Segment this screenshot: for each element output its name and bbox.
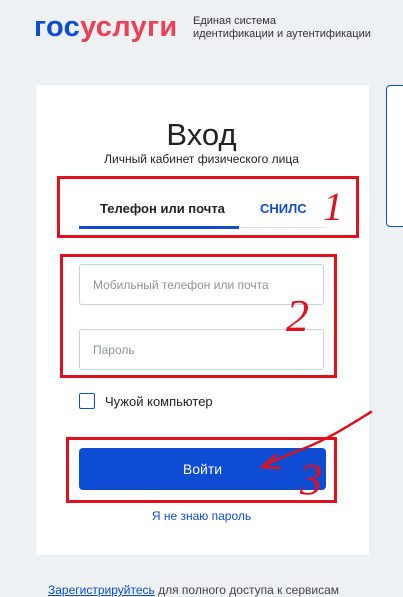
foreign-computer-label[interactable]: Чужой компьютер (105, 394, 213, 409)
logo-part-uslugi: услуги (80, 11, 178, 43)
login-button[interactable]: Войти (79, 448, 326, 490)
tab-snils[interactable]: СНИЛС (260, 201, 307, 216)
foreign-computer-checkbox[interactable] (79, 393, 95, 409)
register-prompt: Зарегистрируйтесь для полного доступа к … (48, 583, 339, 597)
login-method-tabs: Телефон или почта СНИЛС (79, 195, 326, 229)
login-input[interactable] (79, 264, 324, 305)
header: госуслуги Единая система идентификации и… (0, 0, 403, 60)
tab-phone-or-email[interactable]: Телефон или почта (100, 201, 225, 216)
password-input[interactable] (79, 329, 324, 370)
register-link[interactable]: Зарегистрируйтесь (48, 583, 155, 597)
system-description: Единая система идентификации и аутентифи… (193, 15, 371, 41)
forgot-password-link[interactable]: Я не знаю пароль (0, 509, 403, 523)
register-text: для полного доступа к сервисам (154, 583, 340, 597)
system-description-line-1: Единая система (193, 15, 276, 27)
active-tab-indicator (79, 226, 239, 229)
page-title: Вход (166, 117, 237, 152)
logo-part-gos: гос (34, 11, 81, 43)
system-description-line-2: идентификации и аутентификации (193, 28, 371, 40)
page-subtitle: Личный кабинет физического лица (104, 152, 299, 166)
gosuslugi-logo[interactable]: госуслуги (34, 11, 177, 43)
